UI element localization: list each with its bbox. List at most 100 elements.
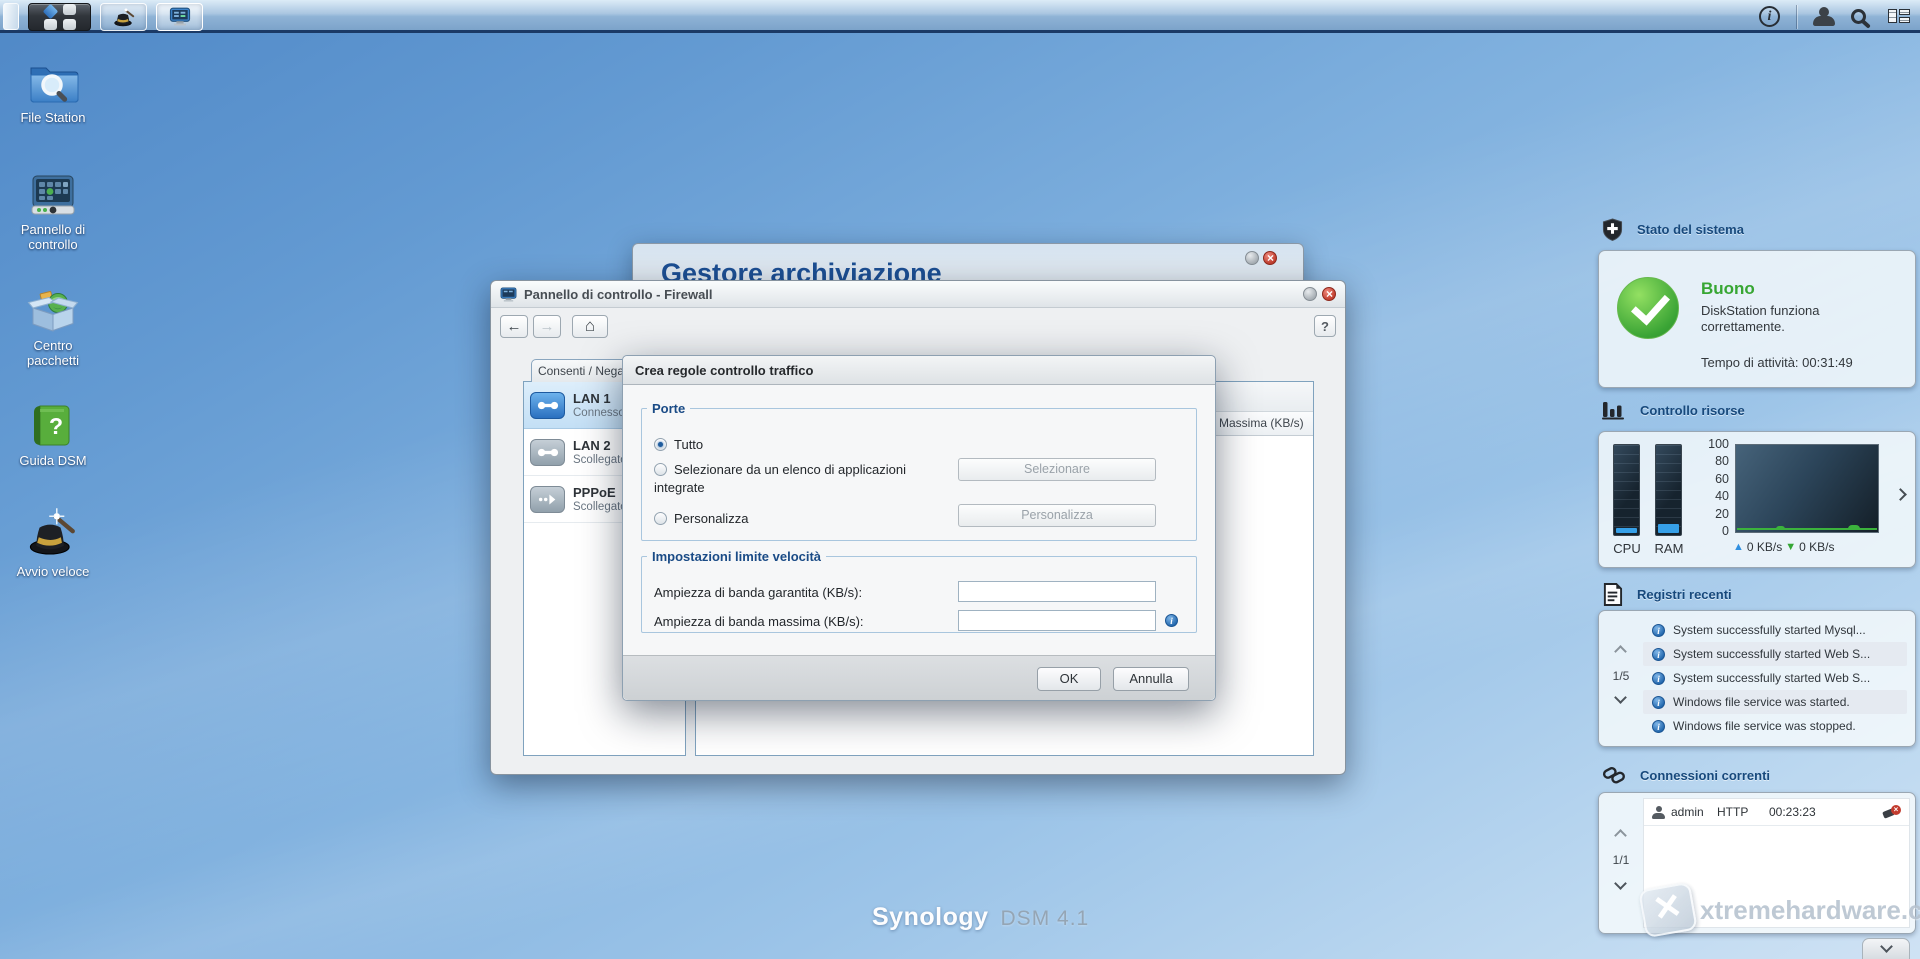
close-icon[interactable] bbox=[1263, 251, 1277, 265]
forward-button[interactable]: → bbox=[533, 314, 561, 338]
info-icon[interactable] bbox=[1165, 614, 1178, 627]
ram-label: RAM bbox=[1654, 541, 1684, 556]
show-desktop-button[interactable] bbox=[3, 3, 19, 30]
log-row[interactable]: Windows file service was started. bbox=[1643, 690, 1907, 714]
log-row[interactable]: System successfully started Web S... bbox=[1643, 642, 1907, 666]
connection-time: 00:23:23 bbox=[1769, 805, 1816, 819]
desktop-icon-file-station[interactable]: File Station bbox=[10, 58, 96, 125]
network-graph-axis: 100 80 60 40 20 0 bbox=[1708, 437, 1729, 538]
page-down-icon[interactable] bbox=[1614, 877, 1627, 890]
ok-button[interactable]: OK bbox=[1037, 667, 1101, 691]
pilot-view-icon[interactable] bbox=[1888, 8, 1910, 25]
log-list: System successfully started Mysql... Sys… bbox=[1643, 618, 1907, 738]
customize-button[interactable]: Personalizza bbox=[958, 504, 1156, 527]
link-icon bbox=[1602, 767, 1625, 784]
taskbar-divider bbox=[1796, 4, 1797, 29]
desktop-icon-control-panel[interactable]: Pannello di controllo bbox=[10, 172, 96, 252]
minimize-button[interactable] bbox=[1245, 251, 1259, 265]
brand-text: Synology bbox=[872, 903, 989, 931]
max-bandwidth-label: Ampiezza di banda massima (KB/s): bbox=[654, 614, 864, 629]
title-bar[interactable]: Pannello di controllo - Firewall bbox=[491, 281, 1345, 308]
info-icon bbox=[1652, 671, 1665, 685]
interface-status: Scollegato bbox=[573, 500, 627, 513]
widget-title: Registri recenti bbox=[1637, 587, 1732, 602]
magic-hat-icon bbox=[29, 508, 75, 555]
pppoe-icon bbox=[530, 485, 565, 513]
interface-name: LAN 2 bbox=[573, 437, 611, 453]
dialog-title[interactable]: Crea regole controllo traffico bbox=[623, 356, 1215, 385]
main-menu-icon bbox=[42, 3, 78, 30]
shield-icon bbox=[1602, 218, 1623, 241]
page-indicator: 1/5 bbox=[1612, 669, 1630, 683]
info-icon[interactable]: i bbox=[1759, 6, 1780, 27]
main-menu-button[interactable] bbox=[28, 2, 91, 31]
log-row[interactable]: System successfully started Mysql... bbox=[1643, 618, 1907, 642]
taskbar-app-quick-start[interactable] bbox=[100, 2, 147, 31]
taskbar: i bbox=[0, 0, 1920, 33]
info-icon bbox=[1652, 695, 1665, 709]
desktop-icon-label: Pannello di controllo bbox=[20, 222, 86, 252]
desktop-icon-dsm-help[interactable]: ? Guida DSM bbox=[10, 403, 96, 468]
connection-protocol: HTTP bbox=[1717, 805, 1749, 819]
select-button[interactable]: Selezionare bbox=[958, 458, 1156, 481]
sidebar-collapse-tab[interactable] bbox=[1862, 938, 1910, 959]
max-bandwidth-input[interactable] bbox=[958, 610, 1156, 631]
help-button[interactable]: ? bbox=[1314, 315, 1336, 337]
interface-name: PPPoE bbox=[573, 484, 616, 500]
guaranteed-bandwidth-input[interactable] bbox=[958, 581, 1156, 602]
connection-row[interactable]: admin HTTP 00:23:23 bbox=[1644, 799, 1909, 826]
desktop-icon-label: Guida DSM bbox=[19, 453, 87, 468]
interface-status: Connesso bbox=[573, 406, 625, 419]
info-icon bbox=[1652, 719, 1665, 733]
desktop-icon-label: Avvio veloce bbox=[16, 564, 90, 579]
option-row-custom: Personalizza bbox=[654, 510, 748, 528]
info-icon bbox=[1652, 647, 1665, 661]
desktop-icon-quick-start[interactable]: Avvio veloce bbox=[10, 506, 96, 579]
desktop-icon-package-center[interactable]: Centro pacchetti bbox=[10, 288, 96, 368]
option-row-builtin: Selezionare da un elenco di applicazioni… bbox=[654, 461, 956, 497]
back-button[interactable]: ← bbox=[500, 314, 528, 338]
interface-status: Scollegato bbox=[573, 453, 627, 466]
upload-rate: 0 KB/s bbox=[1746, 540, 1783, 554]
search-icon[interactable] bbox=[1851, 9, 1866, 24]
page-down-icon[interactable] bbox=[1614, 691, 1627, 704]
user-icon bbox=[1652, 805, 1665, 819]
column-header-massima[interactable]: Massima (KB/s) bbox=[1213, 412, 1313, 435]
interface-name: LAN 1 bbox=[573, 390, 611, 406]
cancel-button[interactable]: Annulla bbox=[1113, 667, 1189, 691]
connection-user: admin bbox=[1671, 805, 1704, 819]
radio-custom[interactable] bbox=[654, 512, 667, 525]
create-traffic-rule-dialog: Crea regole controllo traffico Porte Tut… bbox=[622, 355, 1216, 701]
lan-icon bbox=[530, 438, 565, 466]
close-icon[interactable] bbox=[1322, 287, 1336, 301]
window-title: Pannello di controllo - Firewall bbox=[524, 286, 713, 302]
magic-hat-icon bbox=[113, 8, 134, 26]
system-status-header: Stato del sistema bbox=[1602, 218, 1744, 241]
tab-consenti-nega[interactable]: Consenti / Nega bbox=[531, 359, 631, 382]
home-button[interactable]: ⌂ bbox=[572, 314, 608, 338]
disconnect-icon[interactable] bbox=[1883, 804, 1901, 820]
taskbar-app-control-panel[interactable] bbox=[156, 2, 203, 31]
log-row[interactable]: Windows file service was stopped. bbox=[1643, 714, 1907, 738]
user-icon[interactable] bbox=[1813, 7, 1835, 26]
page-up-icon[interactable] bbox=[1614, 829, 1627, 842]
download-arrow-icon: ▼ bbox=[1785, 541, 1797, 553]
log-row[interactable]: System successfully started Web S... bbox=[1643, 666, 1907, 690]
radio-label: Personalizza bbox=[674, 511, 749, 526]
logs-pager: 1/5 bbox=[1599, 611, 1643, 746]
status-ok-icon bbox=[1617, 277, 1679, 339]
document-icon bbox=[1603, 583, 1623, 606]
upload-arrow-icon: ▲ bbox=[1733, 541, 1744, 553]
uptime-text: Tempo di attività: 00:31:49 bbox=[1701, 355, 1853, 370]
desktop-icon-label: Centro pacchetti bbox=[26, 338, 80, 368]
page-up-icon[interactable] bbox=[1614, 645, 1627, 658]
radio-label: Tutto bbox=[674, 437, 704, 452]
radio-builtin-apps[interactable] bbox=[654, 463, 667, 476]
cpu-gauge bbox=[1613, 444, 1640, 536]
system-status-panel: Buono DiskStation funziona correttamente… bbox=[1598, 250, 1916, 388]
watermark: xtremehardware.com bbox=[1638, 881, 1920, 939]
connections-pager: 1/1 bbox=[1599, 793, 1643, 933]
minimize-button[interactable] bbox=[1303, 287, 1317, 301]
radio-all[interactable] bbox=[654, 438, 667, 451]
chevron-right-icon[interactable] bbox=[1894, 488, 1907, 501]
